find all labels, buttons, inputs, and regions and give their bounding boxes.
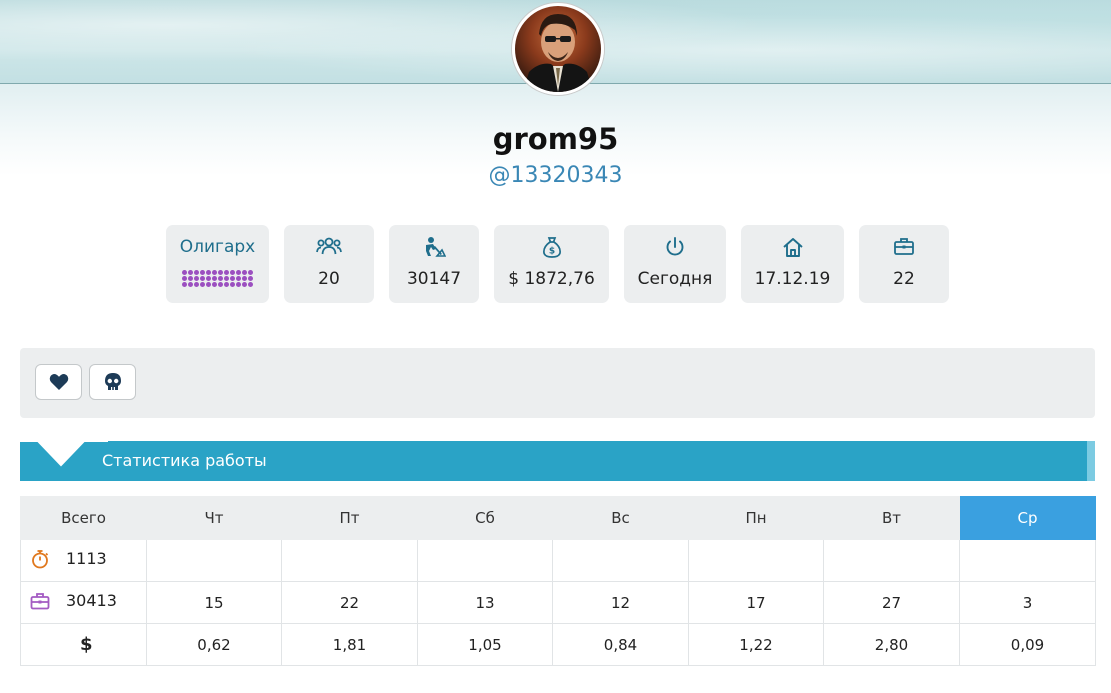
power-icon [624, 236, 726, 258]
like-button[interactable] [35, 364, 82, 400]
total-jobs: 30413 [66, 591, 117, 611]
work-stats-table: Всего Чт Пт Сб Вс Пн Вт Ср 1113 30413 15… [20, 496, 1096, 666]
table-cell [552, 539, 689, 582]
stat-jobs[interactable]: 22 [859, 225, 949, 303]
table-cell [281, 539, 418, 582]
user-id-link[interactable]: @13320343 [0, 163, 1111, 188]
table-cell: 22 [281, 581, 418, 624]
workers-count: 30147 [406, 269, 462, 289]
home-icon [741, 236, 844, 258]
table-cell [959, 539, 1096, 582]
row-total: $ [20, 623, 147, 666]
table-cell: 1,81 [281, 623, 418, 666]
table-cell: 1,22 [688, 623, 824, 666]
table-cell: 13 [417, 581, 553, 624]
header-day: Пт [281, 496, 418, 540]
stat-workers[interactable]: 30147 [389, 225, 479, 303]
table-row: 1113 [20, 539, 1096, 582]
table-cell: 0,09 [959, 623, 1096, 666]
work-stats-header[interactable]: Статистика работы [20, 441, 1095, 481]
section-bar-edge [1087, 441, 1095, 481]
table-cell [146, 539, 282, 582]
table-cell: 12 [552, 581, 689, 624]
header-day: Вс [552, 496, 689, 540]
dollar-icon: $ [80, 634, 93, 655]
table-cell: 27 [823, 581, 960, 624]
table-cell [688, 539, 824, 582]
table-header-row: Всего Чт Пт Сб Вс Пн Вт Ср [20, 496, 1096, 540]
stat-rank[interactable]: Олигарх [166, 225, 269, 303]
table-cell [823, 539, 960, 582]
header-day: Чт [146, 496, 282, 540]
row-total: 1113 [20, 539, 147, 582]
stat-registered[interactable]: 17.12.19 [741, 225, 844, 303]
last-online: Сегодня [637, 269, 713, 289]
table-row: 30413 15 22 13 12 17 27 3 [20, 581, 1096, 624]
table-cell: 0,62 [146, 623, 282, 666]
table-row: $ 0,62 1,81 1,05 0,84 1,22 2,80 0,09 [20, 623, 1096, 666]
stopwatch-icon [32, 549, 49, 568]
table-cell: 3 [959, 581, 1096, 624]
digger-icon [389, 236, 479, 258]
stats-row: Олигарх 20 30147 $ $ 1872,76 Сегодня 17.… [0, 225, 1111, 303]
username: grom95 [492, 122, 619, 156]
table-cell: 2,80 [823, 623, 960, 666]
stat-friends[interactable]: 20 [284, 225, 374, 303]
table-cell: 17 [688, 581, 824, 624]
rank-dots [182, 270, 254, 290]
table-cell: 0,84 [552, 623, 689, 666]
header-day: Пн [688, 496, 824, 540]
svg-text:$: $ [548, 247, 554, 257]
header-day: Вт [823, 496, 960, 540]
total-time: 1113 [66, 549, 107, 568]
jobs-count: 22 [893, 269, 915, 289]
money-amount: $ 1872,76 [508, 269, 595, 289]
registration-date: 17.12.19 [754, 269, 831, 289]
friends-count: 20 [318, 269, 340, 289]
avatar[interactable] [512, 3, 604, 95]
table-cell: 15 [146, 581, 282, 624]
skull-icon [104, 373, 121, 390]
header-day-today: Ср [959, 496, 1096, 540]
stat-online[interactable]: Сегодня [624, 225, 726, 303]
header-day: Сб [417, 496, 553, 540]
money-bag-icon: $ [494, 236, 609, 258]
attack-button[interactable] [89, 364, 136, 400]
stat-money[interactable]: $ $ 1872,76 [494, 225, 609, 303]
actions-panel [20, 348, 1095, 418]
rank-title: Олигарх [179, 237, 256, 257]
chevron-down-icon [20, 441, 110, 481]
table-cell [417, 539, 553, 582]
header-total: Всего [20, 496, 147, 540]
users-icon [284, 236, 374, 258]
heart-icon [49, 373, 68, 390]
row-total: 30413 [20, 581, 147, 624]
briefcase-icon [859, 236, 949, 258]
section-title: Статистика работы [102, 451, 267, 470]
table-cell: 1,05 [417, 623, 553, 666]
briefcase-icon [30, 592, 50, 610]
